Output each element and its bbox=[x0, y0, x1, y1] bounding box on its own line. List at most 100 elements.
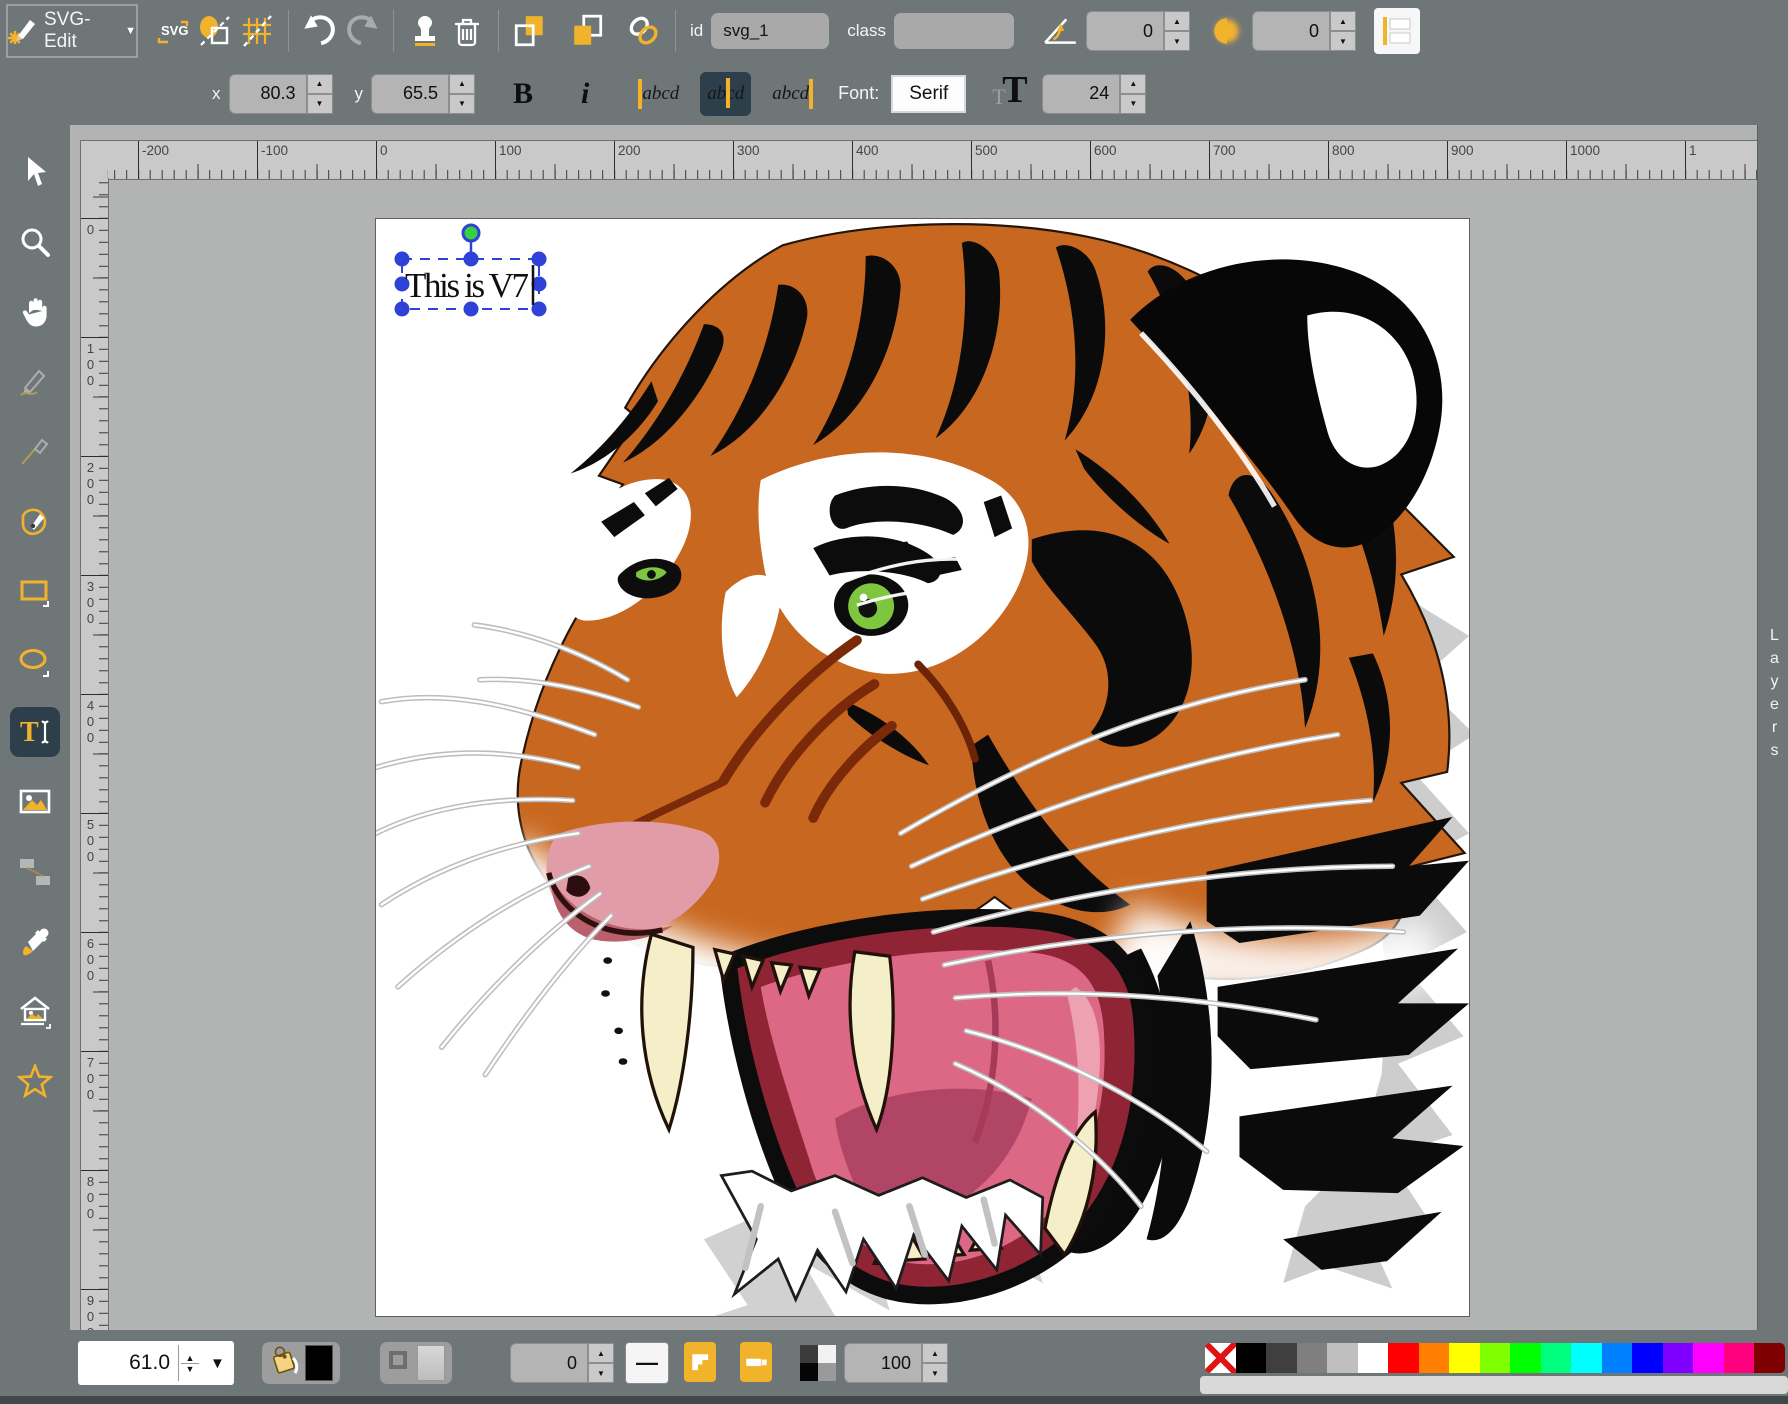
palette-swatch[interactable] bbox=[1571, 1343, 1602, 1373]
x-down-icon[interactable]: ▼ bbox=[307, 94, 333, 114]
palette-swatch[interactable] bbox=[1693, 1343, 1724, 1373]
clone-button[interactable] bbox=[404, 9, 446, 53]
palette-swatch[interactable] bbox=[1358, 1343, 1389, 1373]
ruler-label: -100 bbox=[261, 143, 288, 158]
svg-text:SVG: SVG bbox=[161, 23, 188, 38]
palette-swatch[interactable] bbox=[1449, 1343, 1480, 1373]
bold-button[interactable]: B bbox=[513, 77, 533, 111]
blur-down-icon[interactable]: ▼ bbox=[1330, 31, 1356, 51]
blur-up-icon[interactable]: ▲ bbox=[1330, 11, 1356, 31]
rectangle-tool[interactable] bbox=[10, 567, 60, 617]
zoom-control[interactable]: 61.0 ▲ ▼ ▼ bbox=[78, 1342, 234, 1384]
zoom-up-icon[interactable]: ▲ bbox=[186, 1353, 195, 1363]
opacity-down-icon[interactable]: ▼ bbox=[922, 1363, 948, 1383]
blur-spinner[interactable]: 0 ▲▼ bbox=[1252, 11, 1356, 51]
palette-swatch[interactable] bbox=[1297, 1343, 1328, 1373]
palette-swatch[interactable] bbox=[1541, 1343, 1572, 1373]
delete-button[interactable] bbox=[446, 9, 488, 53]
undo-button[interactable] bbox=[299, 9, 341, 53]
opacity-control[interactable]: 100 ▲▼ bbox=[800, 1342, 948, 1384]
eyedropper-tool[interactable] bbox=[10, 917, 60, 967]
align-button[interactable] bbox=[1374, 8, 1420, 54]
id-field[interactable]: svg_1 bbox=[711, 13, 829, 49]
stroke-style-button[interactable]: — bbox=[625, 1342, 669, 1384]
fill-swatch[interactable] bbox=[305, 1345, 333, 1381]
palette-swatch[interactable] bbox=[1663, 1343, 1694, 1373]
font-family-button[interactable]: Serif bbox=[891, 75, 966, 113]
stroke-width-down-icon[interactable]: ▼ bbox=[588, 1363, 614, 1383]
paint-bucket-icon bbox=[269, 1344, 299, 1383]
ruler-major-tick bbox=[138, 141, 139, 179]
size-up-icon[interactable]: ▲ bbox=[1120, 74, 1146, 94]
italic-button[interactable]: i bbox=[581, 77, 589, 111]
stroke-width-up-icon[interactable]: ▲ bbox=[588, 1343, 614, 1363]
font-size-spinner[interactable]: 24 ▲▼ bbox=[1042, 74, 1146, 114]
zoom-dropdown-icon[interactable]: ▼ bbox=[201, 1355, 234, 1372]
palette-swatch[interactable] bbox=[1724, 1343, 1755, 1373]
y-up-icon[interactable]: ▲ bbox=[449, 74, 475, 94]
stroke-color-button[interactable] bbox=[380, 1342, 452, 1384]
palette-swatch-none[interactable] bbox=[1205, 1343, 1236, 1373]
x-spinner[interactable]: 80.3 ▲▼ bbox=[229, 74, 333, 114]
stroke-width-control[interactable]: 0 ▲▼ bbox=[510, 1342, 614, 1384]
palette-swatch[interactable] bbox=[1632, 1343, 1663, 1373]
canvas-text-element[interactable]: This is V7 bbox=[405, 266, 529, 305]
palette-swatch[interactable] bbox=[1419, 1343, 1450, 1373]
palette-scroll-track[interactable] bbox=[1200, 1376, 1788, 1394]
source-editor-button[interactable]: SVG bbox=[152, 9, 194, 53]
move-to-bottom-button[interactable] bbox=[509, 9, 551, 53]
angle-up-icon[interactable]: ▲ bbox=[1164, 11, 1190, 31]
image-tool[interactable] bbox=[10, 777, 60, 827]
class-field[interactable] bbox=[894, 13, 1014, 49]
path-tool[interactable] bbox=[10, 497, 60, 547]
angle-down-icon[interactable]: ▼ bbox=[1164, 31, 1190, 51]
ruler-major-tick bbox=[1090, 141, 1091, 179]
color-palette bbox=[1205, 1343, 1785, 1373]
ruler-label: 800 bbox=[84, 1174, 97, 1222]
stroke-swatch[interactable] bbox=[417, 1345, 445, 1381]
main-menu-button[interactable]: SVG-Edit ▼ bbox=[6, 4, 138, 58]
connector-tool[interactable] bbox=[10, 847, 60, 897]
rotate-handle[interactable] bbox=[463, 225, 479, 241]
zoom-tool[interactable] bbox=[10, 217, 60, 267]
ruler-label: 100 bbox=[84, 341, 97, 389]
layers-panel-collapsed[interactable]: Layers bbox=[1757, 125, 1788, 1330]
line-tool[interactable] bbox=[10, 427, 60, 477]
palette-swatch[interactable] bbox=[1236, 1343, 1267, 1373]
redo-button[interactable] bbox=[341, 9, 383, 53]
move-to-top-button[interactable] bbox=[567, 9, 609, 53]
text-anchor-start-button[interactable]: abcd bbox=[631, 72, 686, 116]
size-down-icon[interactable]: ▼ bbox=[1120, 94, 1146, 114]
wireframe-mode-button[interactable] bbox=[194, 9, 236, 53]
select-tool[interactable] bbox=[10, 147, 60, 197]
palette-swatch[interactable] bbox=[1266, 1343, 1297, 1373]
linejoin-button[interactable] bbox=[684, 1342, 716, 1382]
opacity-up-icon[interactable]: ▲ bbox=[922, 1343, 948, 1363]
text-anchor-end-button[interactable]: abcd bbox=[765, 72, 820, 116]
make-link-button[interactable] bbox=[623, 9, 665, 53]
pencil-tool[interactable] bbox=[10, 357, 60, 407]
palette-swatch[interactable] bbox=[1388, 1343, 1419, 1373]
zoom-down-icon[interactable]: ▼ bbox=[186, 1364, 195, 1374]
y-spinner[interactable]: 65.5 ▲▼ bbox=[371, 74, 475, 114]
linecap-button[interactable] bbox=[740, 1342, 772, 1382]
fill-color-button[interactable] bbox=[262, 1342, 340, 1384]
shape-library-tool[interactable] bbox=[10, 987, 60, 1037]
text-anchor-middle-button[interactable]: abcd bbox=[700, 72, 751, 116]
svg-canvas[interactable]: This is V7 bbox=[375, 218, 1470, 1317]
palette-swatch[interactable] bbox=[1510, 1343, 1541, 1373]
palette-swatch[interactable] bbox=[1602, 1343, 1633, 1373]
palette-swatch[interactable] bbox=[1327, 1343, 1358, 1373]
ellipse-tool[interactable] bbox=[10, 637, 60, 687]
angle-spinner[interactable]: 0 ▲▼ bbox=[1086, 11, 1190, 51]
star-tool[interactable] bbox=[10, 1057, 60, 1107]
text-tool[interactable]: T bbox=[10, 707, 60, 757]
pan-tool[interactable] bbox=[10, 287, 60, 337]
palette-swatch[interactable] bbox=[1754, 1343, 1785, 1373]
ruler-label: 600 bbox=[84, 936, 97, 984]
snap-to-grid-button[interactable] bbox=[236, 9, 278, 53]
y-down-icon[interactable]: ▼ bbox=[449, 94, 475, 114]
x-up-icon[interactable]: ▲ bbox=[307, 74, 333, 94]
layers-panel-label[interactable]: Layers bbox=[1765, 627, 1783, 765]
palette-swatch[interactable] bbox=[1480, 1343, 1511, 1373]
